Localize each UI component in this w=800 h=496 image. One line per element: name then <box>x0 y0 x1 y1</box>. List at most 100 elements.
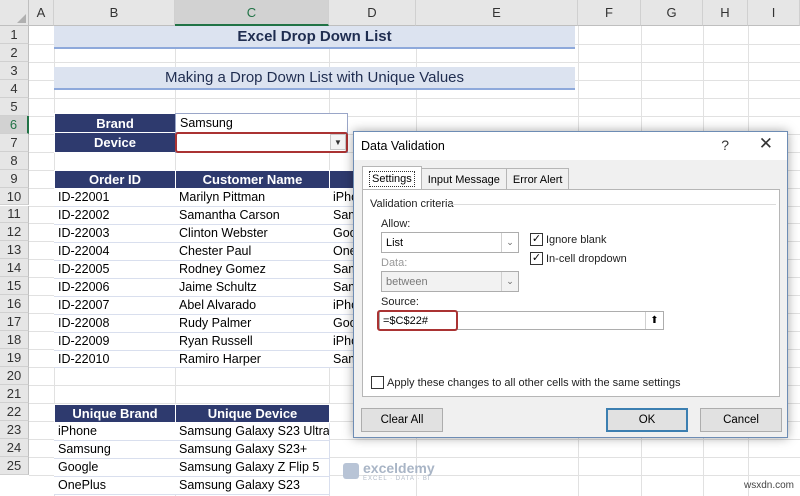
column-header-d[interactable]: D <box>329 0 416 26</box>
row-header-23[interactable]: 23 <box>0 420 29 439</box>
order-cell-id[interactable]: ID-22009 <box>54 332 176 351</box>
close-icon[interactable]: ✕ <box>759 134 773 154</box>
row-header-13[interactable]: 13 <box>0 241 29 260</box>
apply-all-label: Apply these changes to all other cells w… <box>387 377 681 389</box>
gridline-row <box>29 61 800 63</box>
clear-all-button[interactable]: Clear All <box>361 408 443 432</box>
row-header-15[interactable]: 15 <box>0 277 29 296</box>
unique-cell-device[interactable]: Samsung Galaxy S23 Ultra <box>175 423 330 441</box>
row-header-3[interactable]: 3 <box>0 61 29 80</box>
order-cell-name[interactable]: Ramiro Harper <box>175 350 330 369</box>
allow-value: List <box>386 236 404 249</box>
row-header-16[interactable]: 16 <box>0 295 29 314</box>
help-icon[interactable]: ? <box>721 137 729 153</box>
row-header-5[interactable]: 5 <box>0 97 29 116</box>
unique-cell-device[interactable]: Samsung Galaxy S23+ <box>175 440 330 459</box>
sheet-title: Excel Drop Down List <box>54 26 575 49</box>
column-header-h[interactable]: H <box>703 0 748 26</box>
chevron-down-icon: ⌄ <box>501 233 518 252</box>
tab-settings-label: Settings <box>369 170 415 187</box>
unique-header-device: Unique Device <box>175 404 330 423</box>
order-cell-id[interactable]: ID-22005 <box>54 260 176 279</box>
order-cell-name[interactable]: Marilyn Pittman <box>175 189 330 207</box>
tab-settings[interactable]: Settings <box>362 166 422 190</box>
cell-dropdown-button[interactable]: ▼ <box>330 134 346 150</box>
site-watermark: wsxdn.com <box>743 480 794 491</box>
order-cell-id[interactable]: ID-22002 <box>54 206 176 225</box>
row-header-21[interactable]: 21 <box>0 385 29 403</box>
data-label: Data: <box>381 257 408 269</box>
column-header-a[interactable]: A <box>29 0 54 26</box>
row-header-20[interactable]: 20 <box>0 367 29 385</box>
order-cell-name[interactable]: Jaime Schultz <box>175 278 330 297</box>
order-cell-id[interactable]: ID-22006 <box>54 278 176 297</box>
column-header-i[interactable]: I <box>748 0 800 26</box>
apply-all-checkbox[interactable] <box>371 376 384 389</box>
watermark-name: exceldemy <box>363 460 435 476</box>
brand-label: Brand <box>54 113 176 133</box>
column-header-c[interactable]: C <box>175 0 329 26</box>
ignore-blank-label: Ignore blank <box>546 234 607 246</box>
settings-panel <box>362 189 780 397</box>
chevron-down-icon: ⌄ <box>501 272 518 291</box>
row-header-25[interactable]: 25 <box>0 456 29 475</box>
collapse-dialog-icon[interactable]: ⬆ <box>645 312 663 329</box>
unique-cell-device[interactable]: Samsung Galaxy Z Flip 5 <box>175 458 330 477</box>
unique-cell-brand[interactable]: OnePlus <box>54 476 176 495</box>
row-header-9[interactable]: 9 <box>0 169 29 188</box>
row-header-18[interactable]: 18 <box>0 331 29 350</box>
source-highlight <box>377 310 458 331</box>
ignore-blank-checkbox[interactable]: ✓ <box>530 233 543 246</box>
order-cell-name[interactable]: Rudy Palmer <box>175 314 330 333</box>
column-header-e[interactable]: E <box>416 0 578 26</box>
row-header-2[interactable]: 2 <box>0 43 29 62</box>
row-header-14[interactable]: 14 <box>0 259 29 278</box>
order-cell-name[interactable]: Clinton Webster <box>175 224 330 243</box>
dialog-title: Data Validation <box>361 139 445 153</box>
tab-input-message[interactable]: Input Message <box>420 168 507 190</box>
order-cell-id[interactable]: ID-22010 <box>54 350 176 369</box>
order-cell-name[interactable]: Abel Alvarado <box>175 296 330 315</box>
allow-select[interactable]: List ⌄ <box>381 232 519 253</box>
order-cell-name[interactable]: Rodney Gomez <box>175 260 330 279</box>
row-header-24[interactable]: 24 <box>0 438 29 457</box>
row-header-12[interactable]: 12 <box>0 223 29 242</box>
order-cell-id[interactable]: ID-22008 <box>54 314 176 333</box>
order-cell-id[interactable]: ID-22004 <box>54 242 176 261</box>
order-cell-id[interactable]: ID-22007 <box>54 296 176 315</box>
allow-label: Allow: <box>381 218 411 230</box>
ok-button[interactable]: OK <box>606 408 688 432</box>
row-header-11[interactable]: 11 <box>0 205 29 224</box>
active-cell-highlight <box>175 132 348 153</box>
row-header-10[interactable]: 10 <box>0 187 29 206</box>
validation-criteria-heading: Validation criteria <box>370 198 454 210</box>
incell-dropdown-checkbox[interactable]: ✓ <box>530 252 543 265</box>
tab-error-alert[interactable]: Error Alert <box>505 168 570 190</box>
unique-cell-brand[interactable]: Google <box>54 458 176 477</box>
row-header-22[interactable]: 22 <box>0 402 29 421</box>
unique-cell-device[interactable]: Samsung Galaxy S23 <box>175 476 330 495</box>
brand-value[interactable]: Samsung <box>175 113 348 133</box>
column-header-b[interactable]: B <box>54 0 175 26</box>
column-header-g[interactable]: G <box>641 0 703 26</box>
row-header-7[interactable]: 7 <box>0 133 29 152</box>
order-cell-name[interactable]: Chester Paul <box>175 242 330 261</box>
order-cell-name[interactable]: Ryan Russell <box>175 332 330 351</box>
data-select[interactable]: between ⌄ <box>381 271 519 292</box>
select-all-corner[interactable] <box>0 0 29 26</box>
unique-cell-brand[interactable]: iPhone <box>54 423 176 441</box>
row-header-1[interactable]: 1 <box>0 26 29 44</box>
row-header-17[interactable]: 17 <box>0 313 29 332</box>
unique-cell-brand[interactable]: Samsung <box>54 440 176 459</box>
row-header-4[interactable]: 4 <box>0 79 29 98</box>
row-header-19[interactable]: 19 <box>0 349 29 368</box>
row-header-8[interactable]: 8 <box>0 151 29 170</box>
order-cell-id[interactable]: ID-22001 <box>54 189 176 207</box>
row-header-6[interactable]: 6 <box>0 115 29 134</box>
section-divider <box>451 204 776 205</box>
order-cell-name[interactable]: Samantha Carson <box>175 206 330 225</box>
column-header-f[interactable]: F <box>578 0 641 26</box>
order-cell-id[interactable]: ID-22003 <box>54 224 176 243</box>
cancel-button[interactable]: Cancel <box>700 408 782 432</box>
source-label: Source: <box>381 296 419 308</box>
